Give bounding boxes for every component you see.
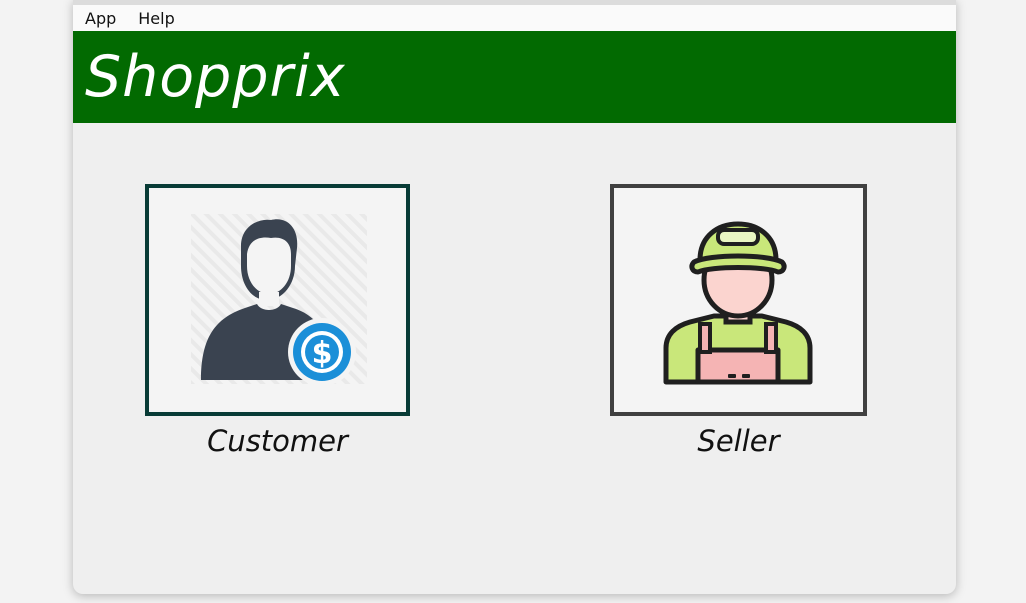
customer-button[interactable]: $ — [145, 184, 410, 416]
app-title: Shopprix — [85, 44, 346, 110]
svg-text:$: $ — [312, 336, 333, 371]
header-banner: Shopprix — [73, 31, 956, 123]
seller-label: Seller — [697, 424, 780, 458]
seller-button[interactable] — [610, 184, 867, 416]
app-window: App Help Shopprix $ Customer Seller — [73, 0, 956, 594]
customer-dollar-icon: $ — [191, 214, 367, 386]
menu-bar: App Help — [73, 0, 956, 31]
menu-app[interactable]: App — [73, 9, 127, 28]
seller-worker-icon — [663, 221, 813, 385]
customer-label: Customer — [207, 424, 348, 458]
menu-help[interactable]: Help — [127, 9, 185, 28]
